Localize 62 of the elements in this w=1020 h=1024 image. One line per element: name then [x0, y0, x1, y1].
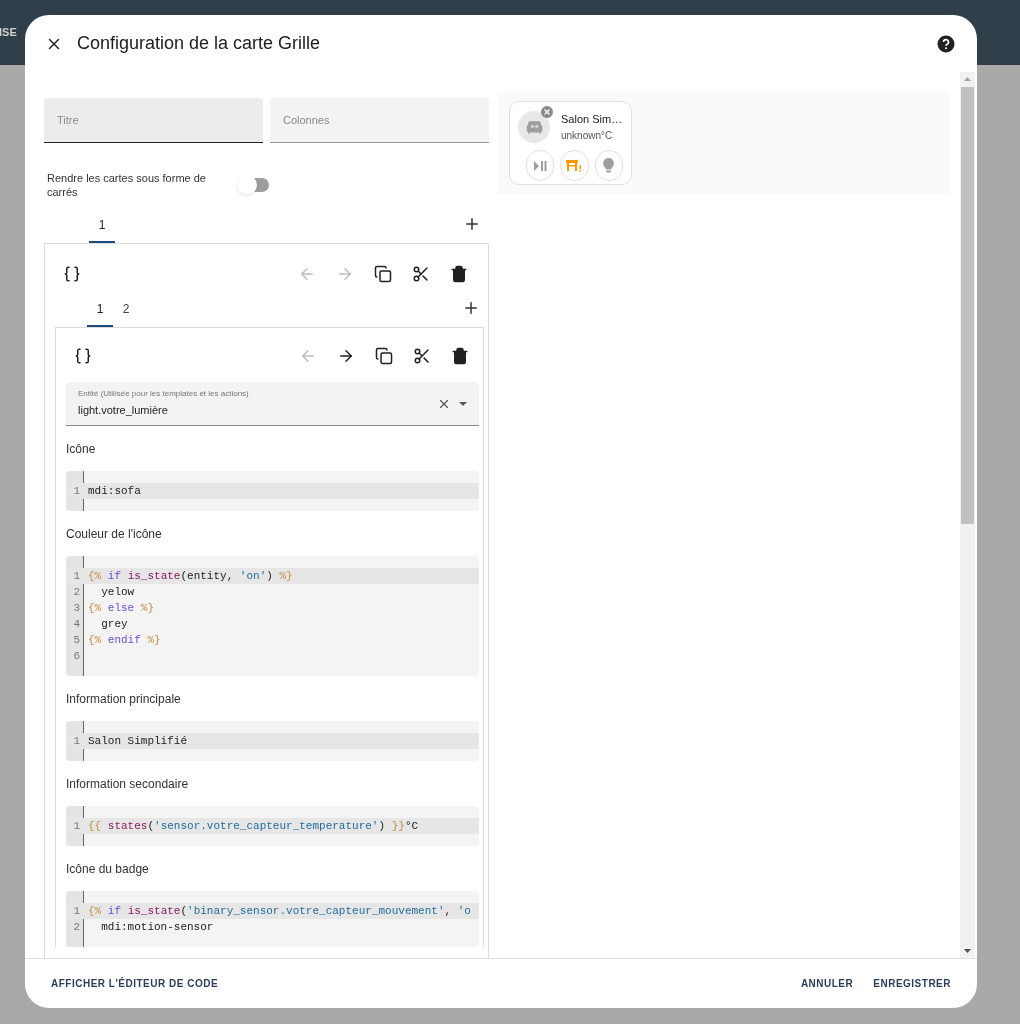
- line-number: 1: [72, 818, 81, 834]
- footer-action-button[interactable]: ANNULER: [800, 976, 854, 991]
- code-line: mdi:motion-sensor: [100, 919, 214, 935]
- header-text: ISE: [0, 25, 17, 41]
- entity-field[interactable]: Entité (Utilisée pour les templates et les actions) light.votre_lumière: [66, 382, 479, 426]
- tile-state: unknown°C: [561, 128, 614, 143]
- code-line: {% endif %}: [87, 632, 161, 648]
- line-number: 1: [72, 733, 81, 749]
- line-number: 2: [72, 584, 81, 600]
- line-number: 1: [72, 483, 81, 499]
- line-number: 6: [72, 648, 81, 664]
- code-line: {% if is_state(entity, 'on') %}: [87, 568, 293, 584]
- code-editor[interactable]: 1 {% if is_state('binary_sensor.votre_capteur_mouvement', 'o 2 mdi:motion-sensor: [66, 891, 479, 947]
- editor-label: Icône du badge: [66, 861, 150, 878]
- tile-name: Salon Sim…: [561, 112, 623, 128]
- field-label: Entité (Utilisée pour les templates et les actions): [78, 388, 250, 401]
- sofa-icon: [525, 118, 543, 136]
- code-editor[interactable]: 1 {% if is_state(entity, 'on') %} 2 yelow 3 {% else %} 4 grey 5 {% endif %} 6: [66, 556, 479, 676]
- code-editor[interactable]: 1 {{ states('sensor.votre_capteur_temperature') }}°C: [66, 806, 479, 846]
- line-number: 5: [72, 632, 81, 648]
- tab[interactable]: 1: [87, 292, 113, 327]
- code-line: yelow: [100, 584, 135, 600]
- braces-icon: [63, 265, 81, 283]
- tile-card[interactable]: Salon Sim… unknown°C: [509, 101, 632, 185]
- add-tab-icon[interactable]: [462, 299, 480, 317]
- code-line: grey: [100, 616, 128, 632]
- editor-label: Information principale: [66, 691, 182, 708]
- line-number: 3: [72, 600, 81, 616]
- code-line: mdi:sofa: [87, 483, 141, 499]
- tab[interactable]: 2: [113, 292, 139, 327]
- show-code-editor-button[interactable]: AFFICHER L'ÉDITEUR DE CODE: [51, 976, 219, 991]
- badge-icon: [541, 106, 553, 118]
- toggle-switch[interactable]: [239, 178, 269, 192]
- code-editor[interactable]: 1 mdi:sofa: [66, 471, 479, 511]
- editor-label: Couleur de l'icône: [66, 526, 163, 543]
- text-field[interactable]: Titre: [44, 98, 263, 143]
- code-line: Salon Simplifié: [87, 733, 188, 749]
- bulb-icon: [603, 158, 615, 173]
- braces-icon: [74, 347, 92, 365]
- code-editor[interactable]: 1 Salon Simplifié: [66, 721, 479, 761]
- play-pause-icon: [533, 159, 548, 172]
- help-icon[interactable]: [937, 34, 955, 53]
- line-number: 1: [72, 568, 81, 584]
- editor-label: Information secondaire: [66, 776, 190, 793]
- line-number: 1: [72, 903, 81, 919]
- tab[interactable]: 1: [89, 208, 115, 243]
- toggle-label: Rendre les cartes sous forme de carrés: [47, 171, 207, 199]
- code-line: {{ states('sensor.votre_capteur_temperature') }}°C: [87, 818, 419, 834]
- footer-action-button[interactable]: ENREGISTRER: [873, 976, 951, 991]
- scrollbar[interactable]: [960, 72, 975, 958]
- dialog-title: Configuration de la carte Grille: [77, 32, 321, 55]
- text-field[interactable]: Colonnes: [270, 98, 489, 143]
- scroll-down-icon[interactable]: [964, 949, 971, 953]
- table-alert-icon: [566, 159, 583, 172]
- dropdown-caret-icon[interactable]: [459, 401, 467, 406]
- line-number: 2: [72, 919, 81, 935]
- code-line: {% if is_state('binary_sensor.votre_capteur_mouvement', 'o: [87, 903, 471, 919]
- field-value: light.votre_lumière: [78, 403, 169, 419]
- editor-label: Icône: [66, 441, 97, 458]
- line-number: 4: [72, 616, 81, 632]
- add-tab-icon[interactable]: [463, 215, 481, 233]
- code-line: {% else %}: [87, 600, 155, 616]
